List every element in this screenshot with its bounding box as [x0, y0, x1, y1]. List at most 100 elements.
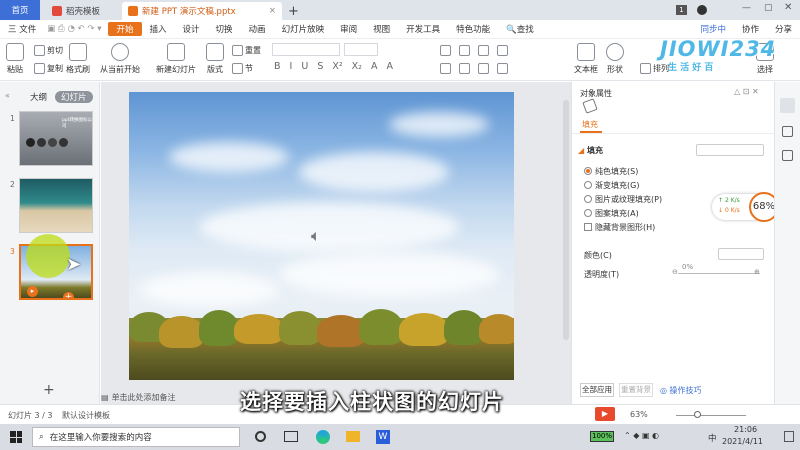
menu-review[interactable]: 审阅	[332, 23, 365, 35]
input-language[interactable]: 中	[708, 432, 717, 444]
zoom-slider-thumb[interactable]	[694, 411, 701, 418]
quick-access-icons[interactable]: ▣ ⎙ ◔ ↶ ↷ ▾	[44, 24, 104, 34]
zoom-slider[interactable]	[676, 415, 746, 416]
notification-icon[interactable]	[784, 431, 794, 442]
paste-button[interactable]: 粘贴	[6, 43, 24, 75]
hide-background-checkbox[interactable]: 隐藏背景图形(H)	[584, 222, 655, 233]
menu-design[interactable]: 设计	[175, 23, 208, 35]
taskbar-search[interactable]: ⌕ 在这里输入你要搜索的内容	[32, 427, 240, 447]
tab-fill[interactable]: 填充	[582, 119, 598, 130]
tab-home[interactable]: 首页	[0, 0, 40, 20]
collab-button[interactable]: 协作	[734, 23, 767, 35]
italic-button[interactable]: I	[290, 61, 293, 72]
fill-tool-icon[interactable]	[782, 126, 793, 137]
font-name-select[interactable]	[272, 43, 340, 56]
menu-insert[interactable]: 插入	[142, 23, 175, 35]
minimize-icon[interactable]: —	[742, 3, 751, 13]
menu-transition[interactable]: 切换	[208, 23, 241, 35]
color-dropdown[interactable]	[718, 248, 764, 260]
transparency-slider[interactable]	[678, 273, 760, 274]
menu-view[interactable]: 视图	[365, 23, 398, 35]
video-subtitle: 选择要插入柱状图的幻灯片	[240, 390, 504, 414]
menu-special[interactable]: 特色功能	[448, 23, 498, 35]
format-painter-button[interactable]: 格式刷	[66, 43, 90, 75]
collapse-panel-icon[interactable]: «	[5, 91, 10, 100]
tab-template[interactable]: 稻壳模板	[46, 2, 106, 20]
slider-plus[interactable]: ⊕	[754, 268, 760, 276]
vertical-scrollbar[interactable]	[563, 100, 569, 340]
cut-button[interactable]: 剪切	[34, 45, 63, 56]
tab-document[interactable]: 新建 PPT 演示文稿.pptx ×	[122, 2, 282, 20]
add-slide-icon[interactable]: +	[63, 292, 74, 298]
menu-animation[interactable]: 动画	[241, 23, 274, 35]
layout-button[interactable]: 版式	[206, 43, 224, 75]
tab-slides[interactable]: 幻灯片	[55, 91, 93, 103]
tips-link[interactable]: ◎ 操作技巧	[660, 385, 702, 396]
shape-button[interactable]: 形状	[606, 43, 624, 75]
highlight-button[interactable]: A	[387, 61, 394, 72]
subscript-button[interactable]: X₂	[352, 61, 362, 72]
underline-button[interactable]: U	[301, 61, 308, 72]
apply-all-button[interactable]: 全部应用	[580, 383, 614, 397]
line-spacing-icon	[497, 45, 508, 56]
arrange-button[interactable]: 排列	[640, 63, 669, 74]
font-format-buttons[interactable]: B I U S X² X₂ A A	[274, 61, 393, 72]
superscript-button[interactable]: X²	[332, 61, 342, 72]
share-button[interactable]: 分享	[767, 23, 800, 35]
section-fill[interactable]: ◢ 填充	[578, 145, 603, 156]
slide-editor[interactable]: 🔈︎	[129, 92, 514, 380]
radio-pattern-fill[interactable]: 图案填充(A)	[584, 208, 639, 219]
properties-tool-icon[interactable]	[780, 98, 795, 113]
section-button[interactable]: 节	[232, 63, 253, 74]
radio-solid-fill[interactable]: 纯色填充(S)	[584, 166, 638, 177]
sync-status[interactable]: 同步中	[692, 23, 734, 35]
maximize-icon[interactable]: ▢	[764, 3, 773, 13]
wps-icon[interactable]: W	[376, 430, 390, 444]
tab-outline[interactable]: 大纲	[30, 91, 47, 103]
paragraph-buttons[interactable]	[440, 45, 508, 56]
clock-time[interactable]: 21:06	[734, 425, 757, 434]
speaker-icon[interactable]: 🔈︎	[311, 226, 321, 246]
add-slide-button[interactable]: +	[43, 382, 55, 398]
menu-start[interactable]: 开始	[108, 22, 142, 36]
panel-controls[interactable]: △ ⊡ ✕	[734, 87, 759, 96]
textbox-button[interactable]: 文本框	[574, 43, 598, 75]
strike-button[interactable]: S	[317, 61, 323, 72]
search-button[interactable]: 🔍查找	[498, 23, 542, 35]
multitask-icon[interactable]	[284, 431, 298, 442]
clock-date[interactable]: 2021/4/11	[722, 437, 763, 446]
play-slideshow-button[interactable]: ▶	[595, 407, 615, 421]
file-menu[interactable]: 三 文件	[0, 23, 44, 35]
fill-type-dropdown[interactable]	[696, 144, 764, 156]
slider-minus[interactable]: ⊖	[672, 268, 678, 276]
font-size-select[interactable]	[344, 43, 378, 56]
new-slide-button[interactable]: 新建幻灯片	[156, 43, 196, 75]
menu-developer[interactable]: 开发工具	[398, 23, 448, 35]
close-window-icon[interactable]: ✕	[784, 2, 792, 13]
font-color-button[interactable]: A	[371, 61, 378, 72]
play-icon[interactable]: ▸	[27, 286, 38, 297]
reset-background-button[interactable]: 重置背景	[619, 383, 653, 397]
file-explorer-icon[interactable]	[346, 431, 360, 442]
radio-gradient-fill[interactable]: 渐变填充(G)	[584, 180, 639, 191]
bold-button[interactable]: B	[274, 61, 281, 72]
menu-slideshow[interactable]: 幻灯片放映	[274, 23, 333, 35]
notes-area[interactable]: ▤ 单击此处添加备注	[101, 390, 236, 404]
play-from-current-button[interactable]: 从当前开始	[100, 43, 140, 75]
paint-bucket-icon[interactable]	[582, 98, 598, 114]
edge-icon[interactable]	[316, 430, 330, 444]
reset-button[interactable]: 重置	[232, 45, 261, 56]
tray-icons[interactable]: ⌃ ◆ ▣ ◐	[624, 431, 659, 440]
align-buttons[interactable]	[440, 63, 508, 74]
zoom-level[interactable]: 63%	[630, 410, 648, 419]
task-view-icon[interactable]	[255, 431, 266, 442]
copy-tool-icon[interactable]	[782, 150, 793, 161]
avatar[interactable]	[697, 5, 707, 15]
windows-start-icon[interactable]	[10, 431, 22, 443]
radio-picture-fill[interactable]: 图片或纹理填充(P)	[584, 194, 662, 205]
close-tab-icon[interactable]: ×	[269, 6, 276, 16]
slide-thumbnail-1[interactable]: ppt转换图标公司	[19, 111, 93, 166]
add-tab-button[interactable]: +	[282, 2, 305, 20]
copy-button[interactable]: 复制	[34, 63, 63, 74]
slide-thumbnail-2[interactable]	[19, 178, 93, 233]
